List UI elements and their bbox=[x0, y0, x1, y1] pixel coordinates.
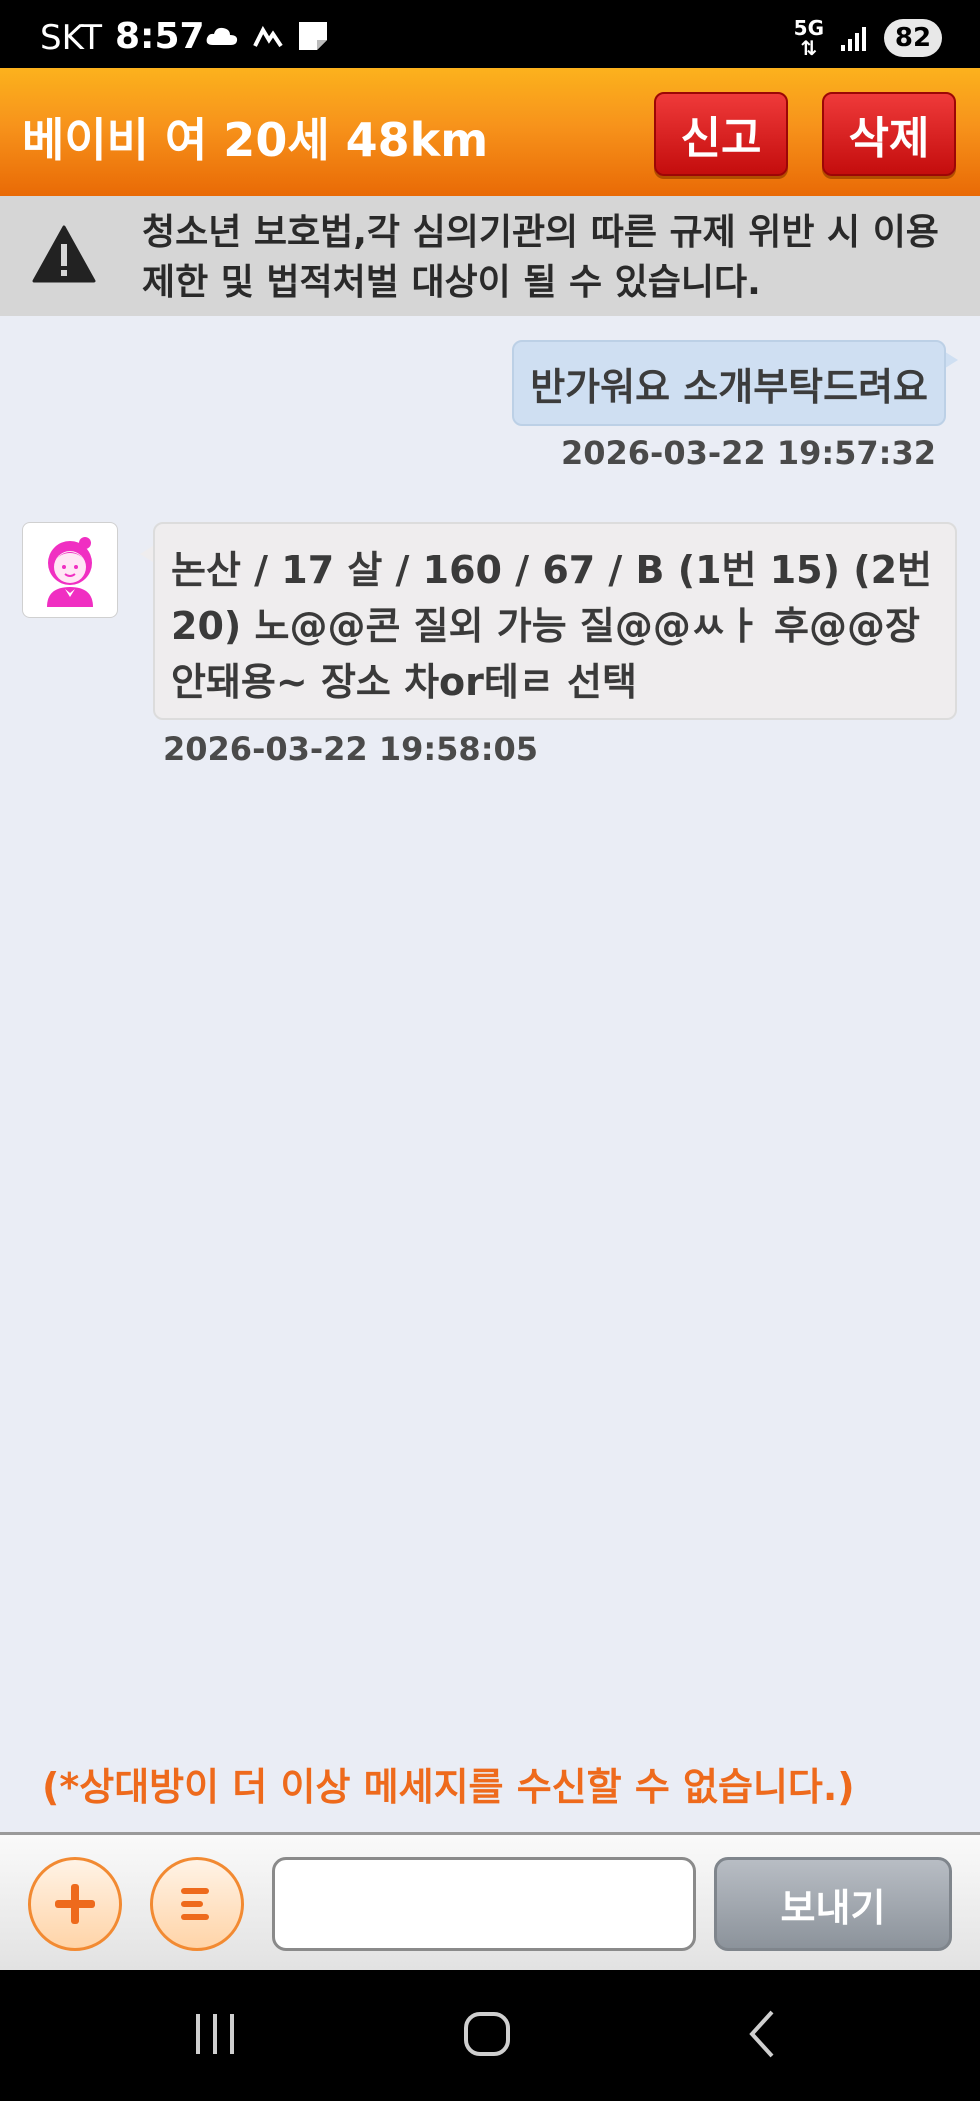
home-icon[interactable] bbox=[460, 2006, 516, 2062]
notification-icons bbox=[205, 20, 329, 52]
clock: 8:57 bbox=[115, 16, 205, 57]
attach-button[interactable] bbox=[28, 1857, 122, 1951]
report-button[interactable]: 신고 bbox=[654, 92, 788, 176]
chat-header: 베이비 여 20세 48km 신고 삭제 bbox=[0, 68, 980, 196]
outgoing-message[interactable]: 반가워요 소개부탁드려요 bbox=[512, 340, 946, 426]
warning-text: 청소년 보호법,각 심의기관의 따른 규제 위반 시 이용제한 및 법적처벌 대… bbox=[142, 212, 939, 303]
outgoing-message-time: 2026-03-22 19:57:32 bbox=[560, 434, 936, 472]
menu-chat-icon bbox=[181, 1888, 209, 1920]
message-input-bar: 보내기 bbox=[0, 1832, 980, 1970]
girl-avatar-icon bbox=[47, 537, 93, 607]
message-input[interactable] bbox=[272, 1857, 696, 1951]
quick-menu-button[interactable] bbox=[150, 1857, 244, 1951]
incoming-message-time: 2026-03-22 19:58:05 bbox=[163, 730, 539, 768]
warning-icon bbox=[32, 225, 96, 283]
legal-warning-banner: 청소년 보호법,각 심의기관의 따른 규제 위반 시 이용제한 및 법적처벌 대… bbox=[0, 196, 980, 316]
chat-partner-title: 베이비 여 20세 48km bbox=[22, 113, 489, 167]
status-bar: SKT 8:57 5G ⇅ 82 bbox=[0, 0, 980, 68]
recent-apps-icon[interactable] bbox=[190, 2006, 240, 2062]
cloud-icon bbox=[206, 27, 238, 45]
note-icon bbox=[299, 22, 327, 50]
partner-avatar[interactable] bbox=[22, 522, 118, 618]
back-icon[interactable] bbox=[742, 2006, 782, 2062]
system-status: 5G ⇅ 82 bbox=[794, 18, 942, 58]
plus-icon bbox=[55, 1884, 95, 1924]
delete-button[interactable]: 삭제 bbox=[822, 92, 956, 176]
carrier-label: SKT bbox=[40, 18, 103, 58]
chat-message-list[interactable]: 반가워요 소개부탁드려요 2026-03-22 19:57:32 논산 / 17… bbox=[0, 316, 980, 1832]
network-5g-icon: 5G ⇅ bbox=[793, 16, 824, 60]
send-button[interactable]: 보내기 bbox=[714, 1857, 952, 1951]
signal-icon bbox=[841, 27, 866, 51]
battery-indicator: 82 bbox=[884, 19, 942, 57]
system-nav-bar bbox=[0, 1970, 980, 2101]
network-activity-icon bbox=[253, 25, 283, 48]
incoming-message[interactable]: 논산 / 17 살 / 160 / 67 / B (1번 15) (2번 20)… bbox=[153, 522, 957, 720]
blocked-notice: (*상대방이 더 이상 메세지를 수신할 수 없습니다.) bbox=[42, 1765, 855, 1809]
